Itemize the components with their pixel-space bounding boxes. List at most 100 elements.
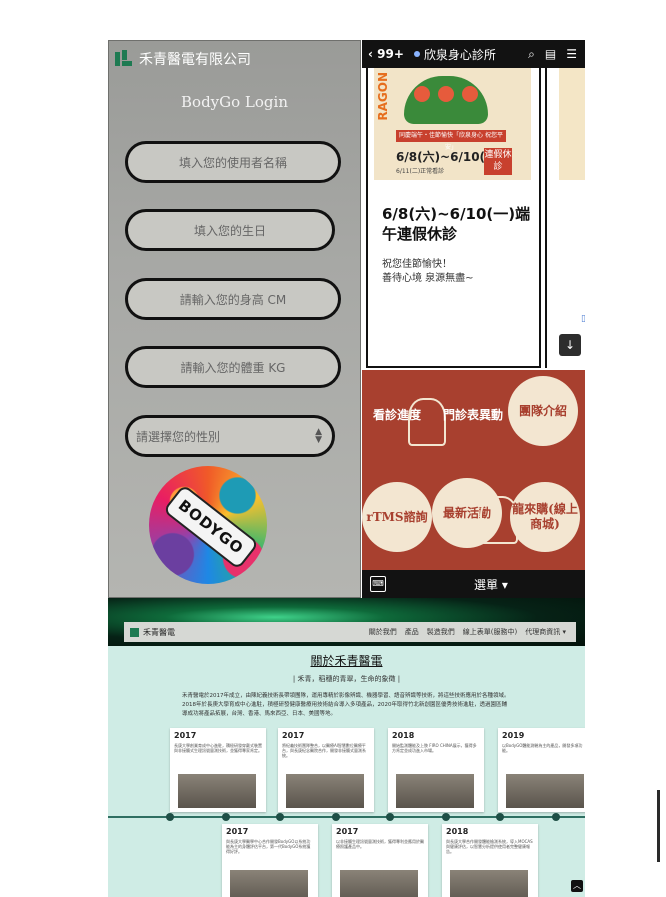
gender-select[interactable]: 請選擇您的性別 ▲ ▼	[125, 415, 335, 457]
timeline-year: 2019	[502, 731, 525, 740]
company-brand: 禾青醫電有限公司	[115, 49, 251, 69]
weight-field[interactable]: 請輸入您的體重 KG	[125, 346, 341, 388]
post-title: 6/8(六)~6/10(一)端午連假休診	[382, 205, 531, 243]
height-field[interactable]: 請輸入您的身高 CM	[125, 278, 341, 320]
menu-item-team[interactable]: 團隊介紹	[508, 376, 578, 446]
bodygo-login-panel: 禾青醫電有限公司 BodyGo Login 填入您的使用者名稱 填入您的生日 請…	[108, 40, 361, 598]
timeline-desc: 以BodyGO體能測驗為主的產品，開發多項功能。	[502, 743, 583, 753]
keyboard-icon[interactable]: ⌨	[370, 576, 386, 592]
about-section: 關於禾青醫電 | 禾青，稻穗的青翠，生命的象徵 | 禾青醫電於2017年成立，由…	[108, 646, 585, 897]
bodygo-badge-text: BODYGO	[162, 484, 260, 570]
post-body-line2: 善待心境 泉源無盡~	[382, 273, 474, 284]
timeline-year: 2017	[336, 827, 359, 836]
birthday-field[interactable]: 填入您的生日	[125, 209, 335, 251]
timeline-year: 2017	[226, 827, 249, 836]
about-subtitle: | 禾青，稻穗的青翠，生命的象徵 |	[292, 675, 401, 683]
menu-item-rtms-label: rTMS諮詢	[366, 509, 428, 524]
timeline-dot	[332, 813, 340, 821]
timeline-dot	[222, 813, 230, 821]
announcement-post[interactable]: RAGON 同慶端午・佳節愉快「欣泉身心 祝您平安」 6/8(六)~6/10(一…	[366, 68, 541, 368]
nav-link-products[interactable]: 產品	[405, 627, 419, 637]
menu-item-schedule[interactable]: 門診表異動	[438, 380, 508, 450]
timeline-dot	[552, 813, 560, 821]
timeline-year: 2018	[392, 731, 415, 740]
clinic-title: 欣泉身心診所	[413, 46, 496, 63]
timeline-card: 2017 將紀義技術團隊整合，以醫療AI智慧數位醫療平台，與長庚紀念醫院合作，開…	[278, 728, 374, 812]
weight-placeholder: 請輸入您的體重 KG	[180, 360, 286, 375]
search-icon[interactable]: ⌕	[528, 47, 535, 62]
height-placeholder: 請輸入您的身高 CM	[179, 292, 287, 307]
about-intro: 禾青醫電於2017年成立，由陳紀義技術長帶領團隊，運用專精於影像辨識、機器學習、…	[182, 693, 510, 717]
bodygo-badge-logo: BODYGO	[149, 466, 267, 584]
nav-link-manufacturing[interactable]: 製造我們	[427, 627, 455, 637]
username-placeholder: 填入您的使用者名稱	[178, 155, 287, 170]
clinic-name: 欣泉身心診所	[423, 47, 496, 62]
menu-icon[interactable]: ☰	[566, 47, 577, 62]
website-hero-band: 禾青醫電 關於我們 產品 製造我們 線上表單(服務中) 代理商資訊 ▾	[108, 598, 585, 646]
timeline-card: 2019 以BodyGO體能測驗為主的產品，開發多項功能。	[498, 728, 585, 812]
username-field[interactable]: 填入您的使用者名稱	[125, 141, 341, 183]
timeline-dot	[442, 813, 450, 821]
dragon-illustration-icon	[404, 76, 488, 124]
timeline-photo	[286, 774, 364, 808]
clinic-bottom-bar: ⌨ 選單 ▾	[362, 570, 585, 598]
timeline-desc: 與長庚大學合作開發體能檢測系統，導入MOCAS與健康評估，以智慧分析提供使用者完…	[446, 839, 533, 854]
menu-item-rtms[interactable]: rTMS諮詢	[362, 482, 432, 552]
timeline-desc: 以非接觸生理訊號量測技術，獲得專利並應用於醫療照護產品中。	[336, 839, 424, 849]
timeline-photo	[340, 870, 418, 897]
menu-item-schedule-label: 門診表異動	[442, 407, 503, 422]
nav-link-about[interactable]: 關於我們	[369, 627, 397, 637]
timeline-card: 2017 以非接觸生理訊號量測技術，獲得專利並應用於醫療照護產品中。	[332, 824, 428, 897]
timeline-photo	[506, 774, 584, 808]
next-poster-fragment	[559, 68, 585, 180]
website-brand[interactable]: 禾青醫電	[130, 627, 175, 638]
timeline-desc: 將紀義技術團隊整合，以醫療AI智慧數位醫療平台，與長庚紀念醫院合作，開發非接觸式…	[282, 743, 366, 758]
login-title: BodyGo Login	[181, 93, 288, 111]
page-edge-divider	[657, 790, 660, 862]
clinic-topbar: ‹ 99+ 欣泉身心診所 ⌕ ▤ ☰	[362, 40, 585, 68]
clinic-avatar-icon	[413, 51, 420, 57]
next-post-preview[interactable]: ▯ ↓	[545, 68, 585, 368]
timeline-line	[108, 816, 585, 818]
timeline-card: 2018 與長庚大學合作開發體能檢測系統，導入MOCAS與健康評估，以智慧分析提…	[442, 824, 538, 897]
poster-side-word: RAGON	[376, 72, 390, 121]
post-body-line1: 祝您佳節愉快！	[382, 259, 452, 270]
scroll-to-top-button[interactable]: ︿	[571, 880, 583, 892]
timeline-year: 2017	[174, 731, 197, 740]
rich-menu-toggle[interactable]: 選單 ▾	[474, 576, 508, 593]
notes-icon[interactable]: ▤	[545, 47, 556, 62]
timeline-dot	[276, 813, 284, 821]
select-arrows-icon: ▲ ▼	[315, 427, 322, 445]
dragon-boat-poster: RAGON 同慶端午・佳節愉快「欣泉身心 祝您平安」 6/8(六)~6/10(一…	[374, 68, 531, 180]
timeline-desc: 長庚大學創業育成中心進駐，積極研發穿戴式裝置與非接觸式生理訊號量測技術，並獲得專…	[174, 743, 262, 753]
menu-item-shop[interactable]: 龍來購(線上商城)	[510, 482, 580, 552]
back-count: 99+	[377, 47, 404, 61]
website-brand-name: 禾青醫電	[143, 627, 175, 637]
post-body: 祝您佳節愉快！ 善待心境 泉源無盡~	[382, 258, 474, 286]
clinic-app-screen: ‹ 99+ 欣泉身心診所 ⌕ ▤ ☰ RAGON 同慶端午・佳節愉快「欣泉身心 …	[362, 40, 585, 598]
timeline-photo	[396, 774, 474, 808]
rich-menu: 看診進度 門診表異動 團隊介紹 rTMS諮詢 最新活動 龍來購(線上商城)	[362, 370, 585, 570]
menu-item-shop-label: 龍來購(線上商城)	[512, 502, 578, 531]
back-button[interactable]: ‹ 99+	[368, 47, 404, 61]
company-name: 禾青醫電有限公司	[139, 52, 251, 68]
link-mark-icon: ▯	[581, 314, 585, 324]
timeline-desc: 與長庚大學醫學中心合作開發BodyGO以系統功能為主的身體評估平台，第一代Bod…	[226, 839, 311, 854]
menu-item-team-label: 團隊介紹	[518, 403, 567, 418]
timeline-dot	[386, 813, 394, 821]
timeline-card: 2017 長庚大學創業育成中心進駐，積極研發穿戴式裝置與非接觸式生理訊號量測技術…	[170, 728, 266, 812]
poster-banner: 同慶端午・佳節愉快「欣泉身心 祝您平安」	[396, 130, 506, 151]
about-heading: 關於禾青醫電	[310, 654, 383, 668]
timeline-dot	[166, 813, 174, 821]
gender-select-label: 請選擇您的性別	[136, 429, 221, 444]
scroll-down-button[interactable]: ↓	[559, 334, 581, 356]
brand-logo-icon	[130, 627, 139, 637]
poster-closed-badge: 連假休診	[484, 148, 512, 175]
nav-link-forms[interactable]: 線上表單(服務中)	[463, 627, 517, 637]
timeline-desc: 開始監測體能及上肢 FIRO CHINA展示，獲得多方肯定並成功進入市場。	[392, 743, 477, 753]
birthday-placeholder: 填入您的生日	[193, 223, 266, 238]
nav-link-agents[interactable]: 代理商資訊 ▾	[525, 627, 566, 637]
company-logo-icon	[115, 50, 133, 68]
timeline-year: 2017	[282, 731, 305, 740]
timeline-year: 2018	[446, 827, 469, 836]
